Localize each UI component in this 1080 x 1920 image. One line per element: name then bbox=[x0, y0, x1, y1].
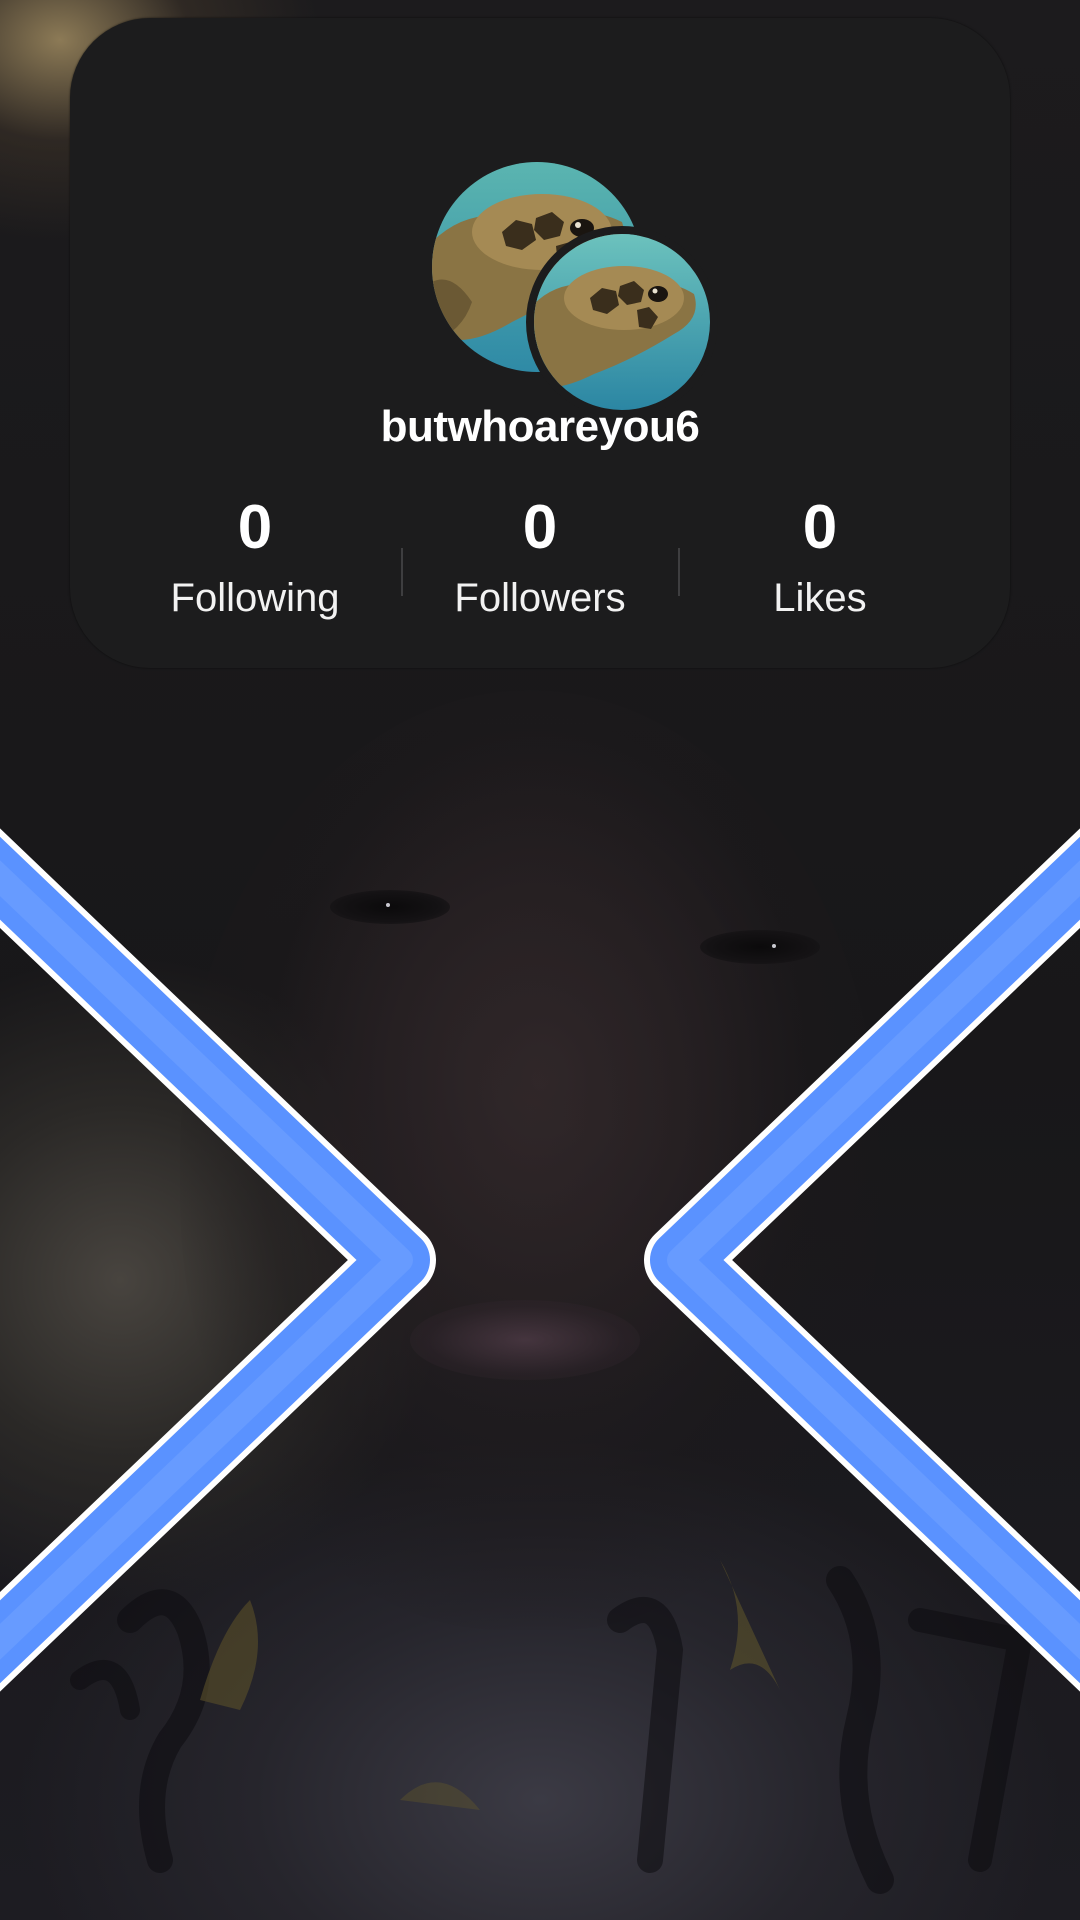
profile-avatar-badge bbox=[526, 226, 718, 418]
profile-card: butwhoareyou6 0 Following 0 Followers 0 … bbox=[70, 18, 1010, 668]
stat-likes[interactable]: 0 Likes bbox=[700, 488, 940, 628]
stat-followers[interactable]: 0 Followers bbox=[420, 488, 660, 628]
chevron-left-icon[interactable] bbox=[640, 820, 1080, 1700]
stat-following[interactable]: 0 Following bbox=[135, 488, 375, 628]
stat-label: Followers bbox=[454, 576, 626, 620]
stat-count: 0 bbox=[237, 493, 273, 562]
stat-count: 0 bbox=[802, 493, 838, 562]
chevron-right-icon[interactable] bbox=[0, 820, 440, 1700]
stat-count: 0 bbox=[522, 493, 558, 562]
profile-stats: 0 Following 0 Followers 0 Likes bbox=[70, 488, 1010, 638]
stat-divider bbox=[678, 548, 680, 596]
profile-username: butwhoareyou6 bbox=[380, 402, 700, 451]
stat-divider bbox=[401, 548, 403, 596]
stat-label: Likes bbox=[773, 576, 867, 620]
sea-turtle-icon bbox=[534, 234, 710, 410]
camera-feed-background: butwhoareyou6 0 Following 0 Followers 0 … bbox=[0, 0, 1080, 1920]
person-mouth bbox=[410, 1300, 640, 1380]
stat-label: Following bbox=[170, 576, 340, 620]
